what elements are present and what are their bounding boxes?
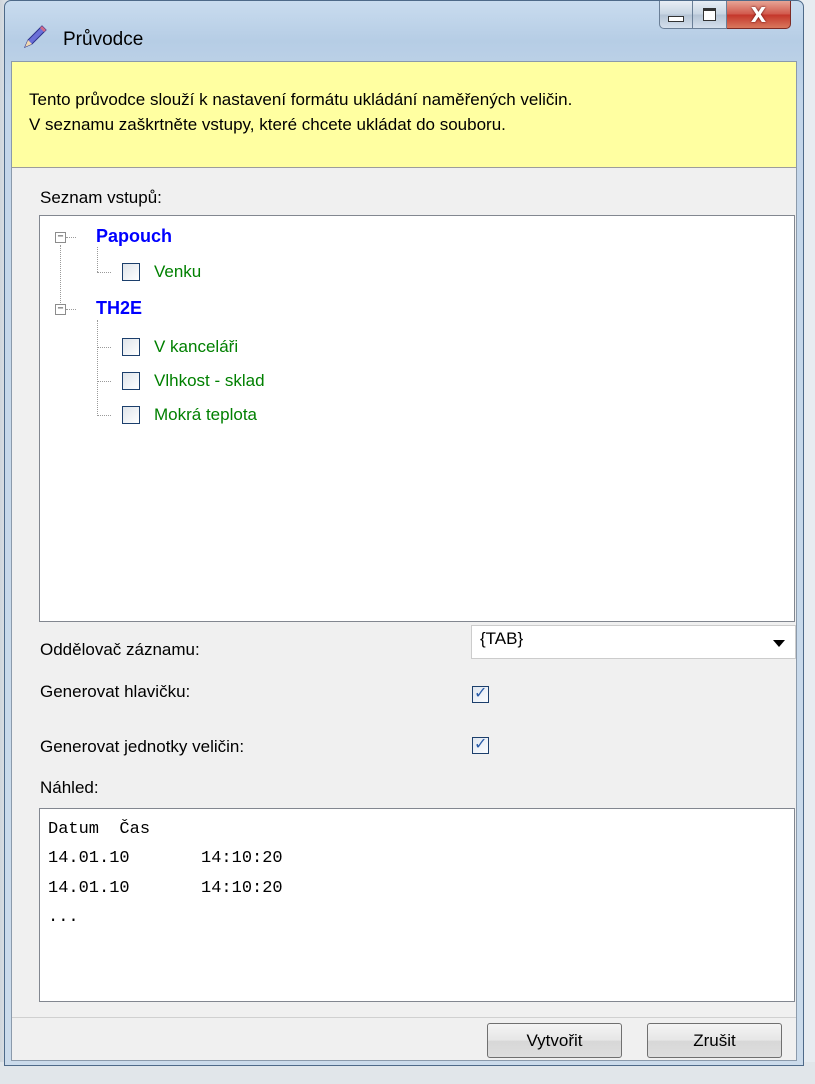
close-button[interactable]: X: [727, 1, 791, 29]
window-title: Průvodce: [63, 29, 144, 50]
close-icon: X: [750, 2, 767, 27]
collapse-toggle-th2e[interactable]: −: [55, 304, 66, 315]
tree-line: [97, 381, 111, 382]
preview-box[interactable]: Datum Čas 14.01.10 14:10:20 14.01.10 14:…: [39, 808, 795, 1002]
tree-line: [97, 347, 111, 348]
item-checkbox[interactable]: [122, 406, 140, 424]
maximize-icon: [703, 8, 716, 21]
info-banner: Tento průvodce slouží k nastavení formát…: [12, 62, 796, 168]
wizard-window: Průvodce X Tento průvodce slouží k nasta…: [4, 0, 804, 1066]
banner-text-line1: Tento průvodce slouží k nastavení formát…: [29, 90, 573, 109]
inputs-list-label: Seznam vstupů:: [40, 188, 162, 207]
preview-label: Náhled:: [40, 778, 99, 797]
tree-item-mokra-teplota[interactable]: Mokrá teplota: [122, 403, 257, 427]
minimize-icon: [668, 15, 684, 22]
preview-line: 14.01.10 14:10:20: [48, 849, 283, 868]
tree-item-venku[interactable]: Venku: [122, 260, 201, 284]
minimize-button[interactable]: [659, 1, 693, 29]
checkmark-icon: ✓: [474, 734, 488, 753]
units-option-label: Generovat jednotky veličin:: [40, 737, 245, 756]
tree-item-vlhkost-sklad[interactable]: Vlhkost - sklad: [122, 369, 265, 393]
header-option-label: Generovat hlavičku:: [40, 682, 191, 701]
group-label: TH2E: [96, 297, 143, 318]
tree-item-v-kancelari[interactable]: V kanceláři: [122, 335, 238, 359]
preview-line: 14.01.10 14:10:20: [48, 879, 283, 898]
collapse-toggle-papouch[interactable]: −: [55, 232, 66, 243]
inputs-tree[interactable]: − Papouch Venku − TH2E V kanceláři Vlhko…: [39, 215, 795, 622]
cancel-button[interactable]: Zrušit: [647, 1023, 782, 1058]
pen-icon: [24, 25, 47, 48]
title-bar[interactable]: Průvodce X: [5, 1, 803, 61]
separator-value: {TAB}: [480, 629, 524, 648]
create-button[interactable]: Vytvořit: [487, 1023, 622, 1058]
preview-line: ...: [48, 908, 79, 927]
item-label: Vlhkost - sklad: [154, 371, 265, 390]
tree-line: [66, 237, 76, 238]
footer-divider: [12, 1017, 796, 1018]
tree-line: [97, 272, 111, 273]
window-controls: X: [659, 1, 791, 31]
checkmark-icon: ✓: [474, 683, 488, 702]
tree-group-papouch[interactable]: Papouch: [96, 224, 172, 248]
dialog-client: Tento průvodce slouží k nastavení formát…: [11, 61, 797, 1061]
header-checkbox[interactable]: ✓: [472, 683, 489, 703]
item-label: Venku: [154, 262, 202, 281]
tree-line: [97, 247, 98, 272]
separator-dropdown[interactable]: {TAB}: [471, 625, 796, 659]
item-label: Mokrá teplota: [154, 405, 257, 424]
item-label: V kanceláři: [154, 337, 239, 356]
chevron-down-icon[interactable]: [773, 640, 785, 647]
item-checkbox[interactable]: [122, 263, 140, 281]
tree-group-th2e[interactable]: TH2E: [96, 296, 142, 320]
preview-line: Datum Čas: [48, 820, 151, 839]
maximize-button[interactable]: [693, 1, 727, 29]
group-label: Papouch: [96, 225, 173, 246]
separator-label: Oddělovač záznamu:: [40, 640, 200, 659]
item-checkbox[interactable]: [122, 338, 140, 356]
units-checkbox[interactable]: ✓: [472, 734, 489, 754]
tree-line: [97, 415, 111, 416]
tree-line: [66, 309, 76, 310]
banner-text-line2: V seznamu zaškrtněte vstupy, které chcet…: [29, 115, 506, 134]
tree-line: [97, 320, 98, 414]
tree-line: [60, 245, 61, 309]
item-checkbox[interactable]: [122, 372, 140, 390]
